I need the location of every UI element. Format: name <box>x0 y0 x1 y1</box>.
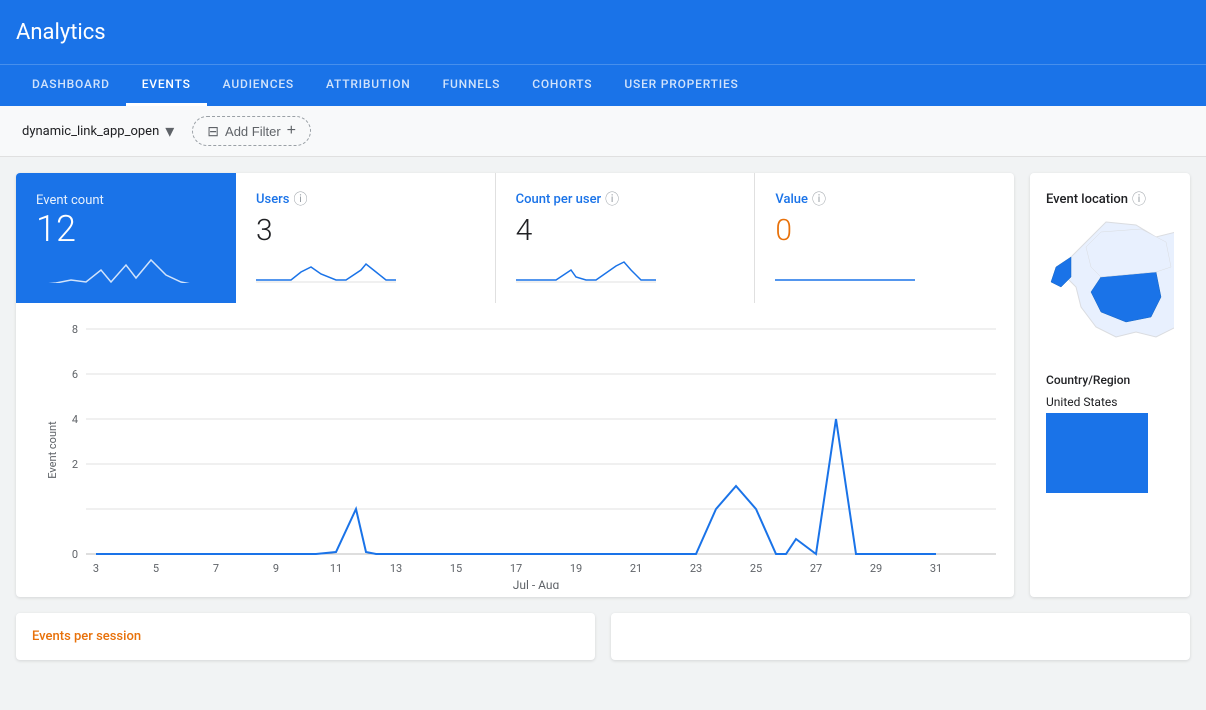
nav-bar: DASHBOARD EVENTS AUDIENCES ATTRIBUTION F… <box>0 64 1206 106</box>
svg-text:8: 8 <box>72 323 78 336</box>
count-per-user-mini-chart <box>516 252 656 287</box>
stat-metric-value: Value ⓘ 0 <box>755 173 1014 303</box>
nav-item-audiences[interactable]: AUDIENCES <box>207 65 310 106</box>
bottom-card-2 <box>611 613 1190 660</box>
events-per-session-title: Events per session <box>32 629 579 644</box>
map-svg <box>1046 217 1174 357</box>
event-count-value: 12 <box>36 208 216 250</box>
nav-item-attribution[interactable]: ATTRIBUTION <box>310 65 427 106</box>
svg-text:21: 21 <box>630 562 642 575</box>
svg-text:13: 13 <box>390 562 402 575</box>
filter-icon: ⊟ <box>207 123 219 140</box>
event-selector[interactable]: dynamic_link_app_open ▾ <box>16 117 180 146</box>
value-info-icon[interactable]: ⓘ <box>812 189 826 209</box>
users-value: 3 <box>256 213 475 248</box>
svg-text:7: 7 <box>213 562 219 575</box>
right-panel: Event location ⓘ Country/Region United S… <box>1030 173 1190 597</box>
event-count-box: Event count 12 <box>16 173 236 303</box>
event-location-title: Event location ⓘ <box>1046 189 1174 209</box>
value-label: Value <box>775 192 808 207</box>
plus-icon: + <box>287 122 296 140</box>
chart-area: Event count 8 6 4 2 0 3 5 7 9 <box>16 303 1014 597</box>
svg-text:Jul - Aug: Jul - Aug <box>513 578 560 589</box>
svg-text:2: 2 <box>72 458 78 471</box>
svg-text:31: 31 <box>930 562 942 575</box>
svg-text:19: 19 <box>570 562 582 575</box>
stat-metric-count-per-user: Count per user ⓘ 4 <box>496 173 756 303</box>
country-bar <box>1046 413 1148 493</box>
country-bar-container: United States <box>1046 395 1174 493</box>
svg-text:15: 15 <box>450 562 462 575</box>
bottom-row: Events per session <box>16 613 1190 660</box>
map-container <box>1046 217 1174 357</box>
nav-item-dashboard[interactable]: DASHBOARD <box>16 65 126 106</box>
value-mini-chart <box>775 252 915 287</box>
svg-text:27: 27 <box>810 562 822 575</box>
add-filter-button[interactable]: ⊟ Add Filter + <box>192 116 311 146</box>
nav-item-funnels[interactable]: FUNNELS <box>427 65 517 106</box>
bottom-card-events-per-session: Events per session <box>16 613 595 660</box>
svg-text:23: 23 <box>690 562 702 575</box>
add-filter-label: Add Filter <box>225 124 281 139</box>
users-mini-chart <box>256 252 396 287</box>
users-info-icon[interactable]: ⓘ <box>293 189 307 209</box>
main-chart: 8 6 4 2 0 3 5 7 9 11 13 15 17 19 21 23 2… <box>56 319 1006 589</box>
svg-text:4: 4 <box>72 413 78 426</box>
event-name-label: dynamic_link_app_open <box>22 124 159 139</box>
nav-item-user-properties[interactable]: USER PROPERTIES <box>608 65 754 106</box>
event-location-info-icon[interactable]: ⓘ <box>1132 189 1146 209</box>
app-title: Analytics <box>16 20 106 45</box>
filter-bar: dynamic_link_app_open ▾ ⊟ Add Filter + <box>0 106 1206 157</box>
event-count-label: Event count <box>36 193 216 208</box>
country-name: United States <box>1046 395 1174 409</box>
country-region-label: Country/Region <box>1046 373 1174 387</box>
svg-text:25: 25 <box>750 562 762 575</box>
nav-item-events[interactable]: EVENTS <box>126 65 207 106</box>
count-per-user-info-icon[interactable]: ⓘ <box>605 189 619 209</box>
stats-card: Event count 12 Users ⓘ 3 <box>16 173 1014 597</box>
users-label: Users <box>256 192 289 207</box>
svg-text:9: 9 <box>273 562 279 575</box>
stat-metric-users: Users ⓘ 3 <box>236 173 496 303</box>
svg-text:11: 11 <box>330 562 342 575</box>
svg-text:6: 6 <box>72 368 78 381</box>
stats-header: Event count 12 Users ⓘ 3 <box>16 173 1014 303</box>
main-content: Event count 12 Users ⓘ 3 <box>0 157 1206 613</box>
value-number: 0 <box>775 213 994 248</box>
bottom-section: Events per session <box>0 613 1206 676</box>
chevron-down-icon: ▾ <box>165 121 174 142</box>
svg-text:29: 29 <box>870 562 882 575</box>
y-axis-label: Event count <box>46 421 59 478</box>
svg-text:17: 17 <box>510 562 522 575</box>
svg-text:3: 3 <box>93 562 99 575</box>
app-header: Analytics <box>0 0 1206 64</box>
count-per-user-label: Count per user <box>516 192 601 207</box>
count-per-user-value: 4 <box>516 213 735 248</box>
nav-item-cohorts[interactable]: COHORTS <box>516 65 608 106</box>
event-count-mini-chart <box>36 250 206 283</box>
svg-text:5: 5 <box>153 562 159 575</box>
svg-text:0: 0 <box>72 548 78 561</box>
